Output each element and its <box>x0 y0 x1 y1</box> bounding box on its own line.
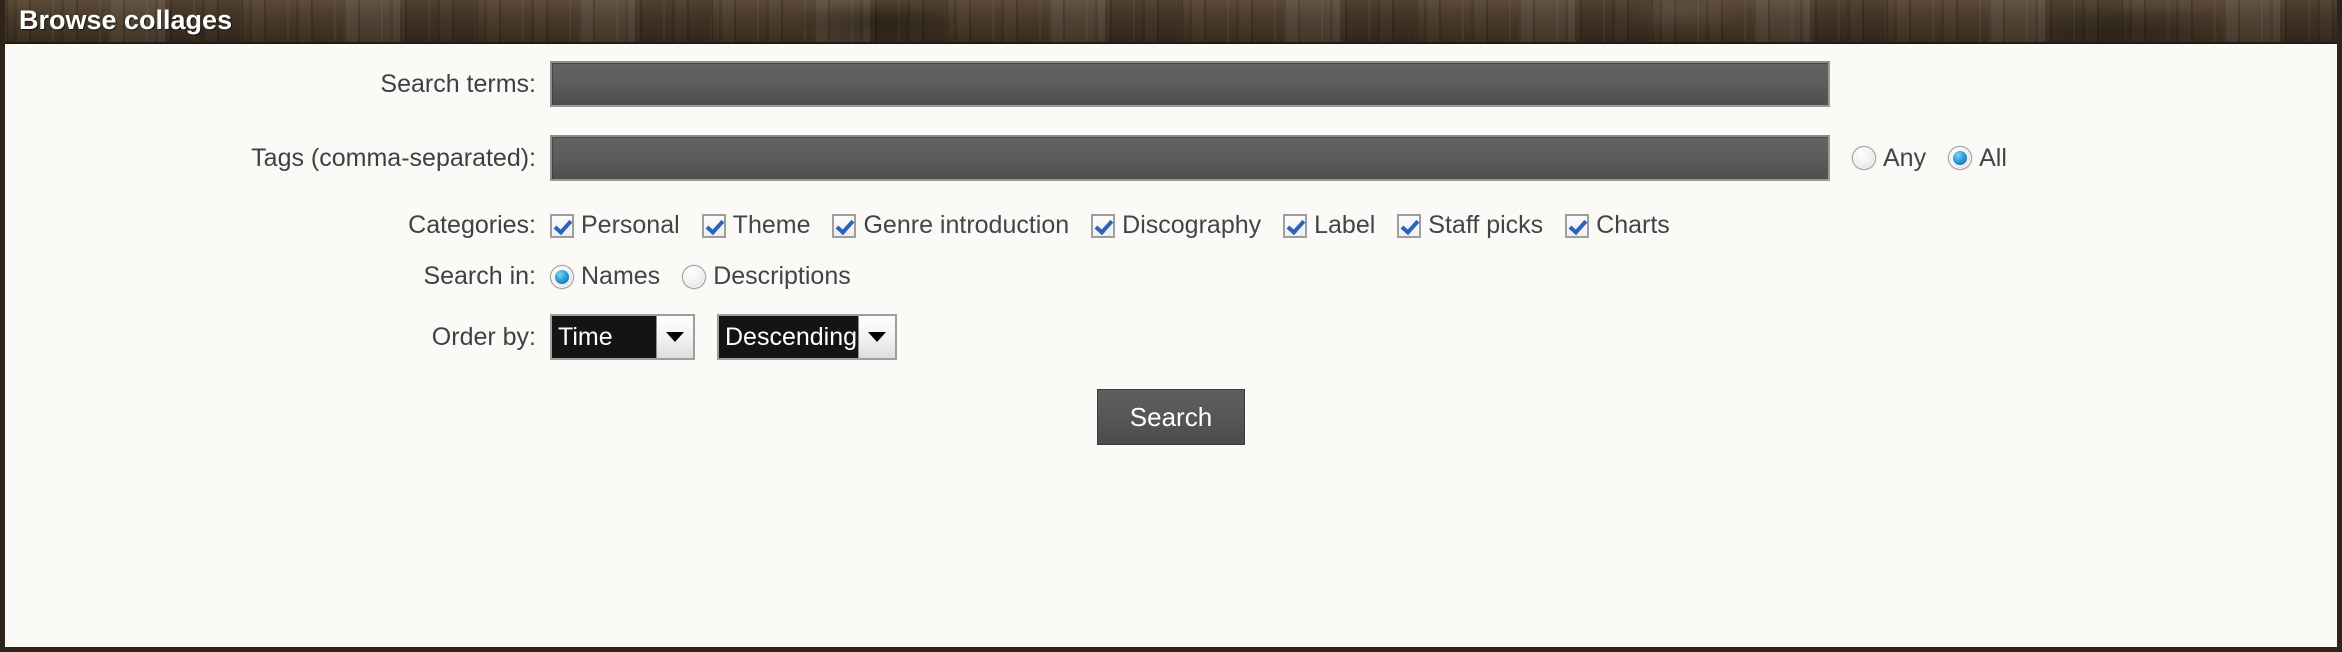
search-in-descriptions-label: Descriptions <box>713 262 851 290</box>
category-charts[interactable]: Charts <box>1565 211 1670 240</box>
tags-match-any-option[interactable]: Any <box>1852 144 1926 173</box>
order-by-direction-value: Descending <box>719 316 858 358</box>
order-by-row: Order by: Time Descending <box>5 314 2337 360</box>
category-genre-introduction-label: Genre introduction <box>863 211 1070 239</box>
search-in-names-label: Names <box>581 262 661 290</box>
category-theme[interactable]: Theme <box>701 211 811 240</box>
tags-match-any-label: Any <box>1883 143 1927 172</box>
search-in-descriptions-option[interactable]: Descriptions <box>682 262 851 291</box>
tags-row: Tags (comma-separated): Any All <box>5 135 2337 181</box>
order-by-label: Order by: <box>431 322 536 351</box>
search-in-names-option[interactable]: Names <box>550 262 660 291</box>
browse-collages-panel: Browse collages Search terms: Tags (comm… <box>0 0 2342 652</box>
checkbox-checked-icon[interactable] <box>1283 213 1308 238</box>
chevron-down-icon[interactable] <box>656 316 693 358</box>
order-by-field-value: Time <box>552 316 656 358</box>
tags-match-all-option[interactable]: All <box>1948 144 2007 173</box>
category-label-label: Label <box>1314 211 1376 239</box>
radio-unchecked-icon[interactable] <box>1852 146 1876 170</box>
search-button[interactable]: Search <box>1097 389 1245 445</box>
tags-input[interactable] <box>550 135 1830 181</box>
submit-row: Search <box>5 389 2337 445</box>
categories-label: Categories: <box>408 211 536 239</box>
category-discography[interactable]: Discography <box>1091 211 1261 240</box>
radio-checked-icon[interactable] <box>550 264 574 289</box>
radio-checked-icon[interactable] <box>1948 146 1973 170</box>
category-genre-introduction[interactable]: Genre introduction <box>832 211 1069 240</box>
search-in-row: Search in: Names Descriptions <box>5 262 2337 291</box>
checkbox-checked-icon[interactable] <box>1397 213 1422 238</box>
panel-header: Browse collages <box>5 0 2337 44</box>
search-form: Search terms: Tags (comma-separated): An… <box>5 44 2337 645</box>
category-charts-label: Charts <box>1596 211 1670 239</box>
order-by-field-select[interactable]: Time <box>550 314 695 360</box>
tags-label: Tags (comma-separated): <box>251 143 536 172</box>
arrow-glyph <box>666 332 684 342</box>
category-staff-picks[interactable]: Staff picks <box>1397 211 1543 240</box>
arrow-glyph <box>868 332 886 342</box>
page-title: Browse collages <box>19 5 233 35</box>
category-personal-label: Personal <box>581 211 680 239</box>
radio-unchecked-icon[interactable] <box>682 264 707 289</box>
checkbox-checked-icon[interactable] <box>1565 213 1590 238</box>
checkbox-checked-icon[interactable] <box>1091 213 1116 238</box>
category-label[interactable]: Label <box>1283 211 1375 240</box>
categories-row: Categories: Personal Theme Genre introdu… <box>5 211 2337 240</box>
checkbox-checked-icon[interactable] <box>832 213 857 238</box>
search-terms-row: Search terms: <box>5 61 2337 107</box>
category-theme-label: Theme <box>732 211 811 239</box>
category-staff-picks-label: Staff picks <box>1428 211 1544 239</box>
category-personal[interactable]: Personal <box>550 211 680 240</box>
search-in-label: Search in: <box>423 262 536 290</box>
search-terms-input[interactable] <box>550 61 1830 107</box>
tags-match-all-label: All <box>1979 143 2007 172</box>
search-terms-label: Search terms: <box>380 69 536 98</box>
category-discography-label: Discography <box>1122 211 1262 239</box>
order-by-direction-select[interactable]: Descending <box>717 314 897 360</box>
checkbox-checked-icon[interactable] <box>701 213 726 238</box>
chevron-down-icon[interactable] <box>858 316 895 358</box>
checkbox-checked-icon[interactable] <box>550 213 574 238</box>
